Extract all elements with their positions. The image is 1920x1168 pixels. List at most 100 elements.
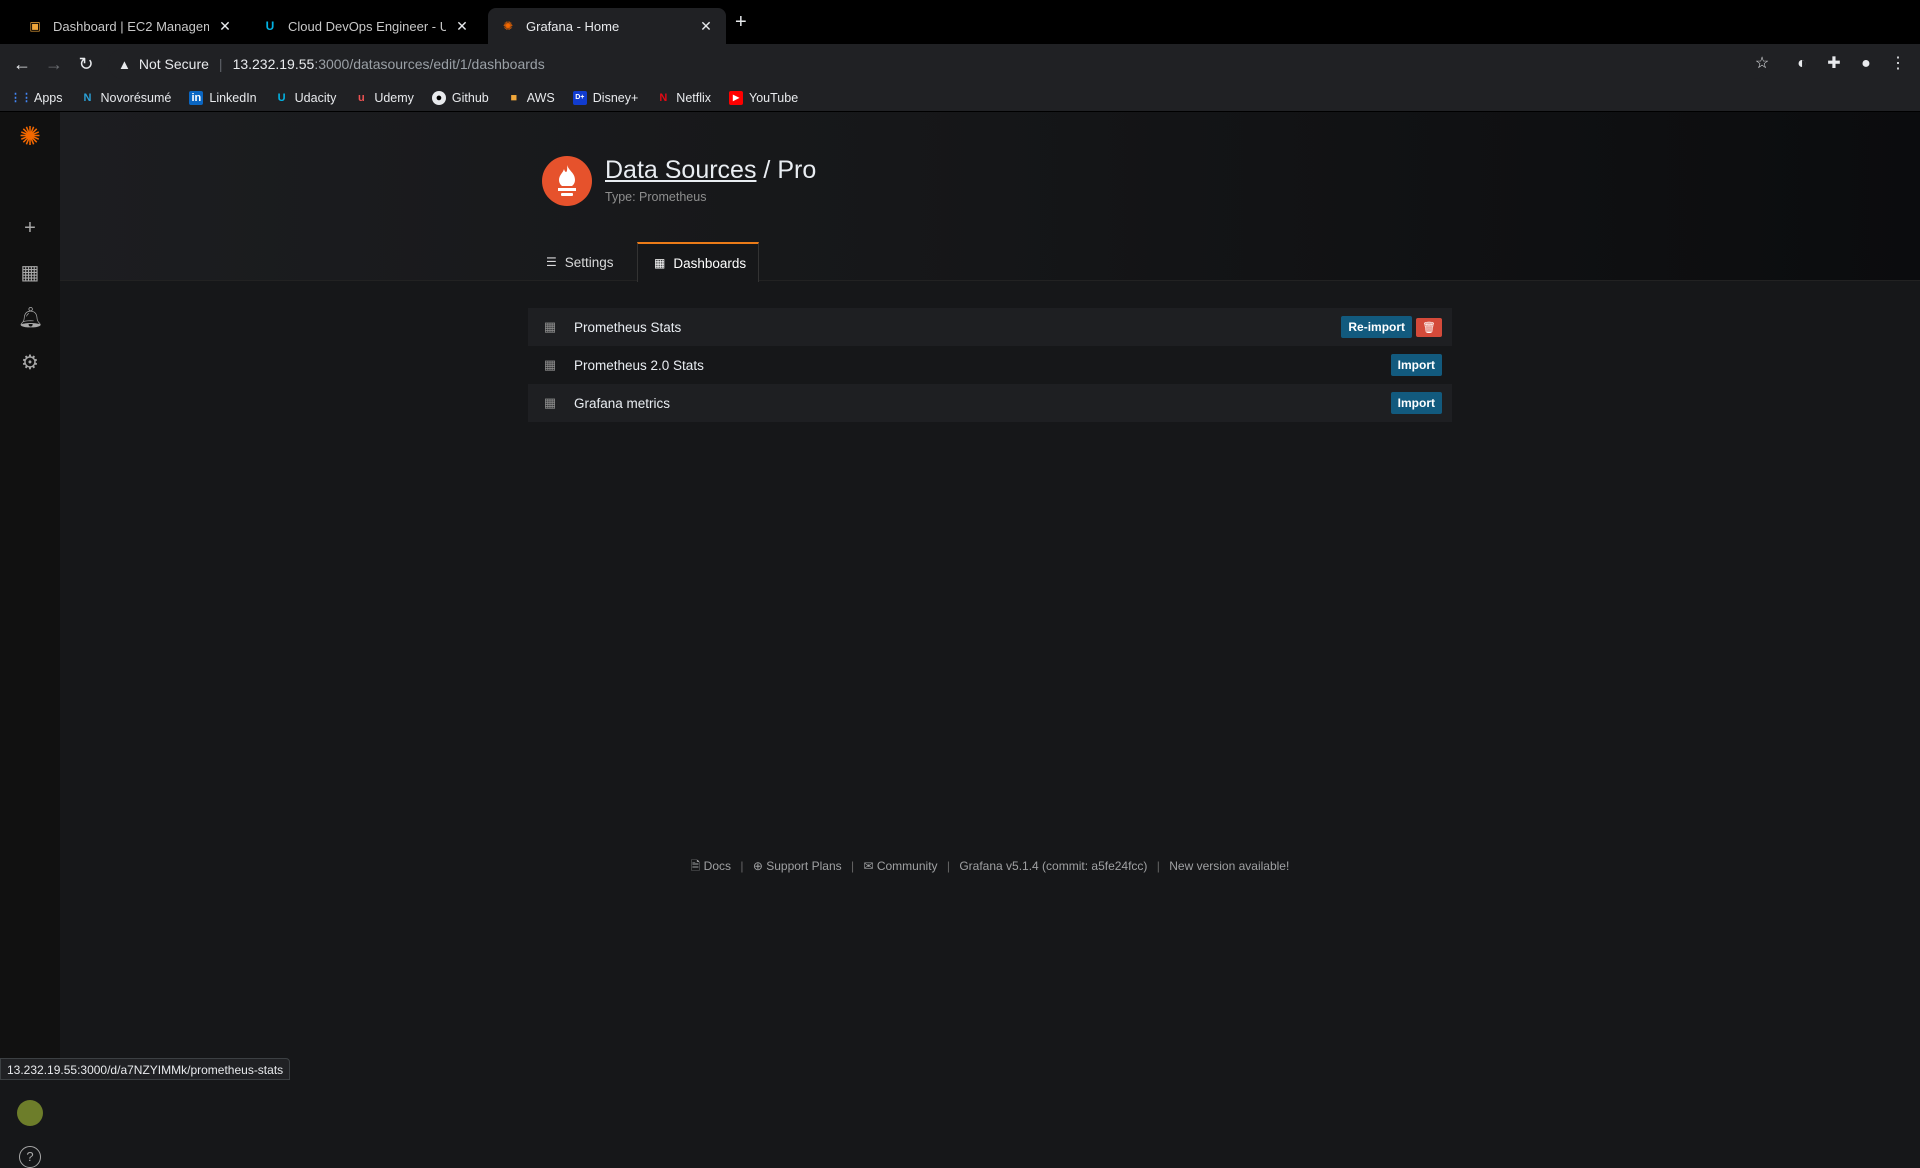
bookmark-label: YouTube (749, 90, 799, 105)
bookmark-label: Novorésumé (100, 90, 172, 105)
docs-icon: 🗎︎ (690, 859, 701, 873)
bookmark-label: Github (451, 90, 489, 105)
udacity-icon: U (277, 91, 286, 104)
tab-title: Dashboard | EC2 Management (53, 18, 209, 34)
bookmark-novoresume[interactable]: N Novorésumé (81, 91, 172, 105)
apps-grid-icon: ⋮⋮ (10, 92, 32, 104)
bookmark-label: Netflix (676, 90, 712, 105)
warning-triangle-icon: ▲ (118, 56, 131, 72)
grafana-icon: ✺ (502, 19, 514, 33)
table-row: ▦ Grafana metrics Import (528, 384, 1452, 422)
bookmark-aws[interactable]: ■ AWS (507, 90, 555, 105)
bookmark-github[interactable]: ● Github (431, 90, 489, 105)
browser-tab-ec2[interactable]: ▣ Dashboard | EC2 Management ✕ (15, 8, 245, 44)
bookmarks-bar: ⋮⋮ Apps N Novorésumé in LinkedIn U Udacity u… (0, 84, 1920, 112)
novoresume-icon: N (83, 91, 92, 104)
community-icon: ✉ (863, 859, 874, 873)
bookmark-label: Udemy (374, 90, 414, 105)
close-tab-icon[interactable]: ✕ (698, 18, 714, 35)
datasource-type: Type: Prometheus (605, 190, 707, 204)
bookmark-label: Apps (34, 90, 63, 105)
tab-title: Grafana - Home (526, 18, 620, 34)
dashboard-grid-icon: ▦ (543, 357, 557, 372)
browser-status-url: 13.232.19.55:3000/d/a7NZYIMMk/prometheus… (0, 1058, 291, 1080)
bookmark-star-icon[interactable]: ☆ (1750, 52, 1774, 76)
datasource-name: Pro (777, 156, 817, 184)
forward-arrow-icon[interactable]: → (42, 52, 66, 76)
profile-avatar-icon[interactable]: ● (1854, 52, 1878, 76)
support-plans-link[interactable]: Support Plans (766, 859, 841, 873)
extension-theme-icon[interactable]: ◐ (1790, 52, 1814, 76)
create-plus-icon[interactable]: + (18, 216, 42, 240)
address-bar[interactable]: ▲ Not Secure | 13.232.19.55 :3000/dataso… (108, 49, 1768, 79)
linkedin-icon: in (189, 90, 204, 105)
divider: | (946, 859, 950, 873)
close-tab-icon[interactable]: ✕ (217, 18, 233, 35)
new-version-link[interactable]: New version available! (1169, 859, 1289, 873)
netflix-icon: N (659, 91, 668, 104)
divider: | (850, 859, 855, 873)
bookmark-udemy[interactable]: u Udemy (354, 91, 414, 105)
dashboard-grid-icon: ▦ (543, 319, 557, 334)
bookmark-label: AWS (526, 90, 555, 105)
tab-dashboards[interactable]: ▦ Dashboards (637, 242, 759, 282)
security-label: Not Secure (138, 56, 209, 72)
udemy-icon: u (357, 91, 365, 104)
dashboard-grid-icon: ▦ (543, 395, 557, 410)
import-button[interactable]: Import (1390, 354, 1442, 376)
bookmark-disney[interactable]: D+ Disney+ (572, 90, 639, 105)
table-row: ▦ Prometheus 2.0 Stats Import (528, 346, 1452, 384)
browser-tab-udacity[interactable]: U Cloud DevOps Engineer - Udac ✕ (250, 8, 482, 44)
divider: | (1156, 859, 1160, 873)
help-question-icon[interactable]: ? (19, 1146, 41, 1168)
grafana-sidemenu: ✺ + ▦ 🔔︎ ⚙ ? (0, 112, 60, 1168)
table-row: ▦ Prometheus Stats Re-import 🗑︎ (528, 308, 1452, 346)
configuration-gear-icon[interactable]: ⚙ (18, 351, 42, 375)
docs-link[interactable]: Docs (704, 859, 731, 873)
bookmark-netflix[interactable]: N Netflix (656, 91, 711, 105)
browser-toolbar: ← → ↻ ▲ Not Secure | 13.232.19.55 :3000/… (0, 44, 1920, 84)
sliders-icon: ☰ (546, 255, 557, 269)
reimport-button[interactable]: Re-import (1341, 316, 1413, 338)
bookmark-udacity[interactable]: U Udacity (275, 91, 337, 105)
tab-label: Dashboards (673, 255, 747, 271)
menu-kebab-icon[interactable]: ⋮ (1886, 52, 1910, 76)
bookmark-label: Disney+ (592, 90, 639, 105)
udacity-icon: U (265, 19, 275, 33)
page-footer: 🗎︎ Docs | ⊕ Support Plans | ✉ Community … (60, 857, 1920, 878)
import-button[interactable]: Import (1390, 392, 1442, 414)
url-host: 13.232.19.55 (232, 56, 315, 72)
bookmark-youtube[interactable]: ▶ YouTube (729, 90, 799, 105)
community-link[interactable]: Community (877, 859, 938, 873)
delete-trash-icon[interactable]: 🗑︎ (1416, 317, 1442, 337)
bookmark-apps[interactable]: ⋮⋮ Apps (10, 90, 63, 105)
bookmark-label: LinkedIn (209, 90, 257, 105)
dashboard-name[interactable]: Grafana metrics (572, 396, 1391, 411)
dashboard-list: ▦ Prometheus Stats Re-import 🗑︎ ▦ Promet… (528, 308, 1452, 422)
data-sources-link[interactable]: Data Sources (605, 156, 756, 184)
grid-icon: ▦ (654, 256, 666, 270)
reload-icon[interactable]: ↻ (74, 52, 98, 76)
new-tab-icon[interactable]: + (735, 12, 747, 32)
prometheus-logo-icon (542, 156, 592, 206)
tab-title: Cloud DevOps Engineer - Udac (288, 18, 446, 34)
bookmark-linkedin[interactable]: in LinkedIn (189, 90, 257, 105)
tab-settings[interactable]: ☰ Settings (530, 242, 634, 282)
dashboard-name[interactable]: Prometheus 2.0 Stats (572, 358, 1391, 373)
back-arrow-icon[interactable]: ← (10, 52, 34, 76)
extensions-puzzle-icon[interactable]: ✚ (1822, 52, 1846, 76)
breadcrumb-separator: / (756, 156, 778, 184)
dashboards-grid-icon[interactable]: ▦ (18, 261, 42, 285)
user-avatar[interactable] (17, 1100, 43, 1126)
divider: | (740, 859, 744, 873)
alerting-bell-icon[interactable]: 🔔︎ (18, 306, 43, 330)
github-icon: ● (431, 90, 446, 105)
divider: | (218, 56, 223, 72)
browser-tab-grafana[interactable]: ✺ Grafana - Home ✕ (488, 8, 726, 44)
grafana-logo-icon[interactable]: ✺ (18, 123, 42, 149)
browser-tab-strip: ▣ Dashboard | EC2 Management ✕ U Cloud D… (0, 0, 1920, 44)
aws-box-icon: ▣ (29, 19, 41, 33)
close-tab-icon[interactable]: ✕ (454, 18, 470, 35)
dashboard-name[interactable]: Prometheus Stats (572, 320, 1341, 335)
page-title: Data Sources / Pro (605, 156, 816, 185)
